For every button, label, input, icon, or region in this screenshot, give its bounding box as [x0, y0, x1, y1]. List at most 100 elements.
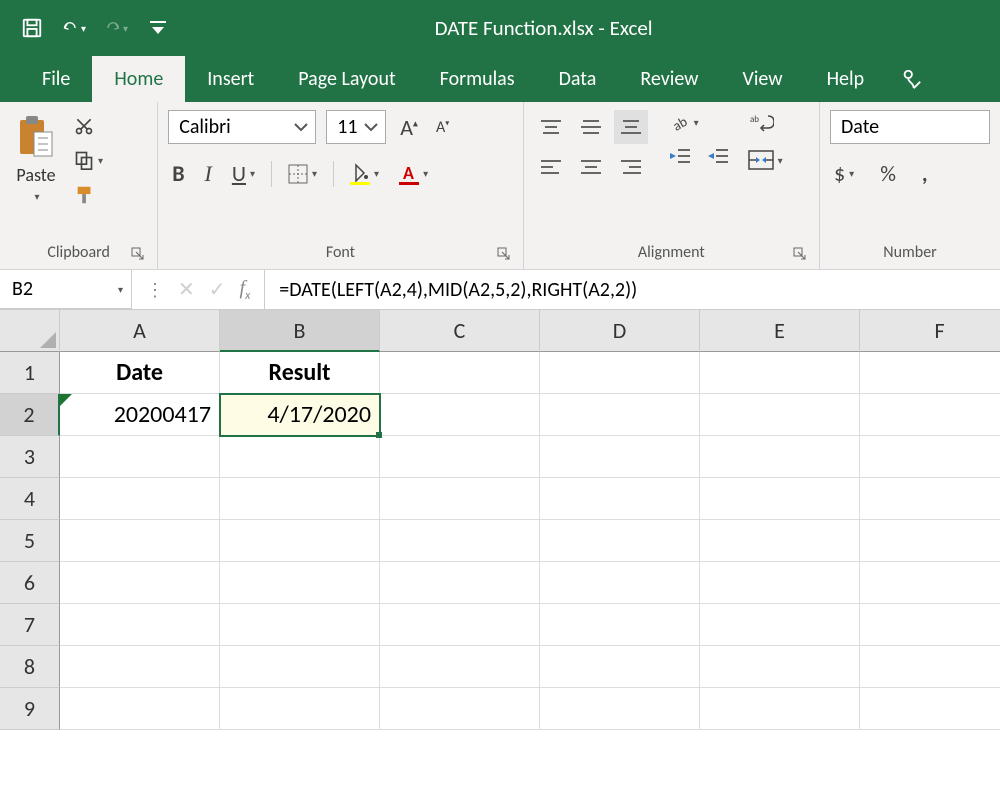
save-icon[interactable] — [20, 16, 44, 40]
align-right-button[interactable] — [614, 150, 648, 184]
cell-e3[interactable] — [700, 436, 860, 478]
cell-e1[interactable] — [700, 352, 860, 394]
tab-home[interactable]: Home — [92, 56, 185, 102]
cell-c2[interactable] — [380, 394, 540, 436]
cell-c3[interactable] — [380, 436, 540, 478]
italic-button[interactable]: I — [201, 159, 216, 189]
row-header-4[interactable]: 4 — [0, 478, 60, 520]
col-header-c[interactable]: C — [380, 310, 540, 352]
font-name-combo[interactable]: Calibri — [168, 110, 316, 144]
orientation-button[interactable]: ab▾ — [666, 110, 703, 134]
merge-center-button[interactable]: ▾ — [744, 148, 787, 172]
redo-button[interactable]: ▾ — [104, 16, 128, 40]
align-middle-button[interactable] — [574, 110, 608, 144]
cell-a9[interactable] — [60, 688, 220, 730]
underline-button[interactable]: U▾ — [228, 158, 259, 189]
increase-indent-button[interactable] — [704, 146, 732, 166]
cell-c8[interactable] — [380, 646, 540, 688]
align-center-button[interactable] — [574, 150, 608, 184]
decrease-indent-button[interactable] — [666, 146, 694, 166]
cell-b9[interactable] — [220, 688, 380, 730]
cell-f9[interactable] — [860, 688, 1000, 730]
tab-view[interactable]: View — [720, 56, 804, 102]
cell-a7[interactable] — [60, 604, 220, 646]
align-bottom-button[interactable] — [614, 110, 648, 144]
insert-function-icon[interactable]: fx — [240, 277, 251, 303]
row-header-6[interactable]: 6 — [0, 562, 60, 604]
cell-b7[interactable] — [220, 604, 380, 646]
cell-c4[interactable] — [380, 478, 540, 520]
col-header-f[interactable]: F — [860, 310, 1000, 352]
cell-e6[interactable] — [700, 562, 860, 604]
cell-f5[interactable] — [860, 520, 1000, 562]
font-size-combo[interactable]: 11 — [326, 110, 386, 144]
cell-d9[interactable] — [540, 688, 700, 730]
row-header-5[interactable]: 5 — [0, 520, 60, 562]
wrap-text-button[interactable]: ab — [744, 110, 787, 136]
fill-color-button[interactable]: ▾ — [346, 161, 383, 187]
cell-f1[interactable] — [860, 352, 1000, 394]
row-header-9[interactable]: 9 — [0, 688, 60, 730]
cell-b2[interactable]: 4/17/2020 — [220, 394, 380, 436]
tab-page-layout[interactable]: Page Layout — [276, 56, 417, 102]
row-header-1[interactable]: 1 — [0, 352, 60, 394]
cell-c1[interactable] — [380, 352, 540, 394]
undo-button[interactable]: ▾ — [62, 16, 86, 40]
cut-button[interactable] — [70, 114, 107, 138]
cell-c5[interactable] — [380, 520, 540, 562]
row-header-2[interactable]: 2 — [0, 394, 60, 436]
col-header-a[interactable]: A — [60, 310, 220, 352]
format-painter-button[interactable] — [70, 182, 107, 208]
decrease-font-button[interactable]: A▾ — [432, 116, 453, 139]
cell-d4[interactable] — [540, 478, 700, 520]
cell-b1[interactable]: Result — [220, 352, 380, 394]
col-header-b[interactable]: B — [220, 310, 380, 352]
cell-a8[interactable] — [60, 646, 220, 688]
cell-e9[interactable] — [700, 688, 860, 730]
percent-format-button[interactable]: % — [876, 158, 900, 189]
cell-f4[interactable] — [860, 478, 1000, 520]
col-header-e[interactable]: E — [700, 310, 860, 352]
cell-d8[interactable] — [540, 646, 700, 688]
tell-me-icon[interactable] — [886, 56, 936, 102]
formula-options-icon[interactable]: ⋮ — [146, 279, 164, 301]
cell-b8[interactable] — [220, 646, 380, 688]
cell-f2[interactable] — [860, 394, 1000, 436]
cell-a6[interactable] — [60, 562, 220, 604]
cell-c7[interactable] — [380, 604, 540, 646]
font-launcher-icon[interactable] — [497, 247, 513, 263]
align-top-button[interactable] — [534, 110, 568, 144]
tab-data[interactable]: Data — [537, 56, 619, 102]
cell-a3[interactable] — [60, 436, 220, 478]
select-all-corner[interactable] — [0, 310, 60, 352]
font-color-button[interactable]: A▾ — [395, 161, 432, 187]
cell-c6[interactable] — [380, 562, 540, 604]
name-box[interactable]: B2▾ — [0, 270, 132, 309]
number-format-combo[interactable]: Date — [830, 110, 990, 144]
cell-d2[interactable] — [540, 394, 700, 436]
cell-d6[interactable] — [540, 562, 700, 604]
copy-button[interactable]: ▾ — [70, 148, 107, 172]
cell-b5[interactable] — [220, 520, 380, 562]
alignment-launcher-icon[interactable] — [793, 247, 809, 263]
comma-format-button[interactable]: , — [918, 158, 932, 189]
cell-a2[interactable]: 20200417 — [60, 394, 220, 436]
cancel-formula-icon[interactable]: ✕ — [178, 277, 195, 302]
accounting-format-button[interactable]: $▾ — [830, 158, 858, 189]
cell-f7[interactable] — [860, 604, 1000, 646]
cell-e2[interactable] — [700, 394, 860, 436]
cell-b4[interactable] — [220, 478, 380, 520]
formula-input[interactable]: =DATE(LEFT(A2,4),MID(A2,5,2),RIGHT(A2,2)… — [265, 270, 1000, 309]
cell-a4[interactable] — [60, 478, 220, 520]
cell-b6[interactable] — [220, 562, 380, 604]
tab-file[interactable]: File — [20, 56, 92, 102]
bold-button[interactable]: B — [168, 158, 188, 189]
cell-e7[interactable] — [700, 604, 860, 646]
tab-insert[interactable]: Insert — [185, 56, 276, 102]
cell-d1[interactable] — [540, 352, 700, 394]
increase-font-button[interactable]: A▴ — [396, 112, 422, 143]
tab-help[interactable]: Help — [805, 56, 887, 102]
customize-qat-button[interactable] — [146, 16, 170, 40]
cell-d7[interactable] — [540, 604, 700, 646]
tab-review[interactable]: Review — [618, 56, 720, 102]
